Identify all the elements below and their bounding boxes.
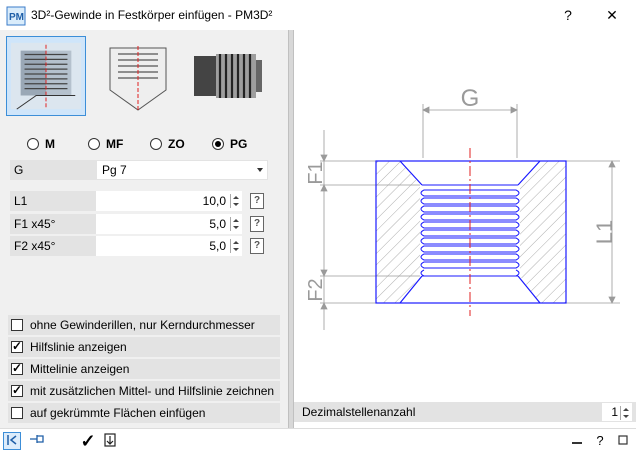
- parameter-panel: M MF ZO PG G Pg 7 L1 10,0 ? F1 x45° 5,0 …: [0, 30, 288, 428]
- f1-dimension-label: F1: [305, 161, 327, 184]
- f1-input[interactable]: 5,0: [96, 214, 242, 234]
- chevron-down-icon: [257, 168, 263, 172]
- f2-row: F2 x45° 5,0 ?: [10, 236, 268, 256]
- g-label: G: [10, 160, 96, 180]
- option-curved-surfaces-checkbox[interactable]: [11, 407, 23, 419]
- f2-input[interactable]: 5,0: [96, 236, 242, 256]
- title-bar: PM 3D²-Gewinde in Festkörper einfügen - …: [0, 0, 636, 30]
- g-dimension-label: G: [461, 85, 480, 112]
- f1-help-icon[interactable]: ?: [250, 216, 264, 232]
- radio-mf[interactable]: MF: [88, 134, 123, 154]
- radio-zo-circle: [150, 138, 162, 150]
- f2-label: F2 x45°: [10, 236, 96, 256]
- minimize-icon[interactable]: [568, 432, 586, 450]
- f2-help-icon[interactable]: ?: [250, 238, 264, 254]
- option-draw-extra-lines-label: mit zusätzlichen Mittel- und Hilfslinie …: [30, 384, 275, 398]
- l1-value: 10,0: [202, 194, 226, 208]
- thread-type-internal-thumbnail[interactable]: [6, 36, 86, 116]
- option-show-helper-line[interactable]: Hilfslinie anzeigen: [8, 337, 280, 357]
- radio-pg-circle: [212, 138, 224, 150]
- f2-spinner[interactable]: [230, 239, 241, 253]
- radio-m-label: M: [45, 137, 55, 151]
- f2-dimension-label: F2: [305, 278, 327, 301]
- option-show-helper-line-label: Hilfslinie anzeigen: [30, 340, 127, 354]
- radio-pg-label: PG: [230, 137, 248, 151]
- radio-mf-label: MF: [106, 137, 124, 151]
- l1-row: L1 10,0 ?: [10, 191, 268, 211]
- thread-type-radio-group: M MF ZO PG: [0, 134, 288, 154]
- pin-icon[interactable]: [28, 432, 46, 450]
- decimal-places-input[interactable]: 1: [602, 403, 632, 421]
- l1-help-icon[interactable]: ?: [250, 193, 264, 209]
- g-row: G Pg 7: [10, 160, 268, 180]
- collapse-panel-icon[interactable]: [3, 432, 21, 450]
- option-curved-surfaces-label: auf gekrümmte Flächen einfügen: [30, 406, 206, 420]
- option-no-grooves[interactable]: ohne Gewinderillen, nur Kerndurchmesser: [8, 315, 280, 335]
- option-show-helper-line-checkbox[interactable]: [11, 339, 23, 353]
- decimal-places-spinner[interactable]: [620, 406, 631, 420]
- radio-zo[interactable]: ZO: [150, 134, 185, 154]
- radio-m-circle: [27, 138, 39, 150]
- resize-icon[interactable]: [614, 432, 632, 450]
- option-show-center-line-label: Mittelinie anzeigen: [30, 362, 130, 376]
- radio-m[interactable]: M: [27, 134, 55, 154]
- g-select[interactable]: Pg 7: [96, 160, 268, 180]
- help-button[interactable]: ?: [558, 6, 578, 24]
- l1-label: L1: [10, 191, 96, 211]
- f2-value: 5,0: [209, 239, 226, 253]
- radio-mf-circle: [88, 138, 100, 150]
- option-draw-extra-lines[interactable]: mit zusätzlichen Mittel- und Hilfslinie …: [8, 381, 280, 401]
- option-show-center-line-checkbox[interactable]: [11, 361, 23, 375]
- l1-spinner[interactable]: [230, 194, 241, 208]
- app-logo-icon: PM: [6, 6, 26, 26]
- radio-pg[interactable]: PG: [212, 134, 247, 154]
- confirm-check-icon[interactable]: ✓: [79, 432, 97, 450]
- l1-input[interactable]: 10,0: [96, 191, 242, 211]
- preview-panel: G F1 F2 L1 Dezimalstellenanzahl 1: [294, 30, 636, 428]
- thread-type-chamfer-thumbnail[interactable]: [98, 36, 178, 116]
- svg-text:PM: PM: [9, 12, 24, 23]
- thread-type-external-thumbnail[interactable]: [186, 36, 266, 116]
- decimal-places-row: Dezimalstellenanzahl 1: [294, 402, 636, 422]
- f1-spinner[interactable]: [230, 217, 241, 231]
- option-show-center-line[interactable]: Mittelinie anzeigen: [8, 359, 280, 379]
- f1-label: F1 x45°: [10, 214, 96, 234]
- option-curved-surfaces[interactable]: auf gekrümmte Flächen einfügen: [8, 403, 280, 423]
- option-no-grooves-checkbox[interactable]: [11, 319, 23, 331]
- f1-value: 5,0: [209, 217, 226, 231]
- l1-dimension-label: L1: [592, 220, 617, 244]
- option-draw-extra-lines-checkbox[interactable]: [11, 383, 23, 397]
- radio-zo-label: ZO: [168, 137, 185, 151]
- thread-preview-drawing: G F1 F2 L1: [305, 85, 620, 330]
- help-footer-icon[interactable]: ?: [591, 432, 609, 450]
- decimal-places-label: Dezimalstellenanzahl: [302, 405, 416, 419]
- bottom-toolbar: ✓ ?: [0, 428, 636, 453]
- option-no-grooves-label: ohne Gewinderillen, nur Kerndurchmesser: [30, 318, 255, 332]
- thread-body: [375, 148, 567, 316]
- close-button[interactable]: ✕: [602, 6, 622, 24]
- decimal-places-value: 1: [611, 405, 618, 419]
- window-title: 3D²-Gewinde in Festkörper einfügen - PM3…: [31, 8, 273, 22]
- g-select-value: Pg 7: [102, 163, 127, 177]
- apply-and-continue-icon[interactable]: [101, 432, 119, 450]
- f1-row: F1 x45° 5,0 ?: [10, 214, 268, 234]
